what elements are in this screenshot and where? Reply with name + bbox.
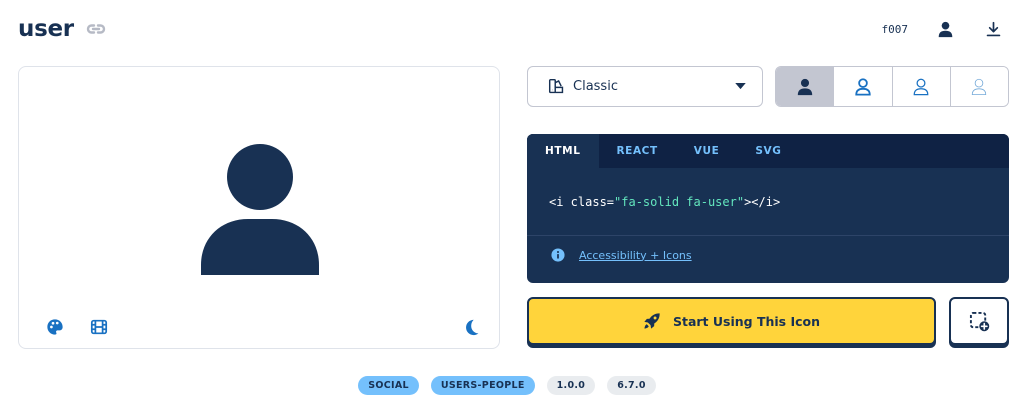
user-preview-icon [201, 144, 319, 275]
tab-vue[interactable]: VUE [676, 134, 738, 168]
palette-icon[interactable] [45, 317, 65, 337]
moon-icon[interactable] [461, 317, 481, 337]
tab-svg[interactable]: SVG [737, 134, 799, 168]
code-snippet-class: "fa-solid fa-user" [614, 195, 745, 209]
tag-category-social[interactable]: SOCIAL [358, 376, 419, 395]
code-panel: HTML REACT VUE SVG <i class="fa-solid fa… [527, 134, 1009, 283]
code-snippet[interactable]: <i class="fa-solid fa-user"></i> [549, 195, 780, 209]
download-icon[interactable] [982, 18, 1004, 40]
add-to-kit-button[interactable] [949, 297, 1009, 345]
rocket-icon [643, 312, 661, 330]
code-footer: Accessibility + Icons [551, 248, 692, 262]
icon-tags: SOCIAL USERS-PEOPLE 1.0.0 6.7.0 [0, 376, 1024, 395]
link-icon[interactable] [84, 17, 108, 41]
code-divider [527, 235, 1009, 236]
header-tools: f007 [882, 18, 1005, 40]
user-light-icon [913, 78, 929, 95]
user-icon[interactable] [934, 18, 956, 40]
tag-version-added: 1.0.0 [546, 376, 596, 395]
start-using-label: Start Using This Icon [672, 313, 821, 329]
code-snippet-suffix: ></i> [744, 195, 781, 209]
user-solid-icon [797, 78, 812, 95]
icon-weight-selector [775, 66, 1009, 107]
weight-regular-button[interactable] [834, 67, 893, 106]
caret-down-icon [735, 83, 746, 90]
page-header: user [18, 16, 108, 42]
weight-solid-button[interactable] [776, 67, 835, 106]
shapes-icon [548, 78, 565, 95]
film-icon[interactable] [89, 317, 109, 337]
unicode-label[interactable]: f007 [882, 23, 909, 36]
tab-html[interactable]: HTML [527, 134, 599, 168]
info-circle-icon [551, 248, 565, 262]
tag-version-updated: 6.7.0 [607, 376, 656, 395]
style-select[interactable]: Classic [527, 66, 763, 107]
accessibility-link[interactable]: Accessibility + Icons [579, 249, 692, 262]
square-plus-icon [969, 311, 990, 332]
weight-light-button[interactable] [892, 67, 951, 106]
icon-preview [18, 66, 500, 349]
tag-category-users-people[interactable]: USERS-PEOPLE [430, 376, 535, 395]
code-snippet-prefix: <i class= [549, 195, 615, 209]
code-tabs: HTML REACT VUE SVG [527, 134, 1009, 168]
page-title: user [18, 16, 74, 42]
tab-react[interactable]: REACT [599, 134, 676, 168]
style-select-value: Classic [573, 79, 618, 94]
weight-thin-button[interactable] [950, 67, 1008, 106]
user-regular-icon [855, 77, 871, 96]
user-thin-icon [972, 78, 987, 95]
start-using-button[interactable]: Start Using This Icon [527, 297, 936, 345]
